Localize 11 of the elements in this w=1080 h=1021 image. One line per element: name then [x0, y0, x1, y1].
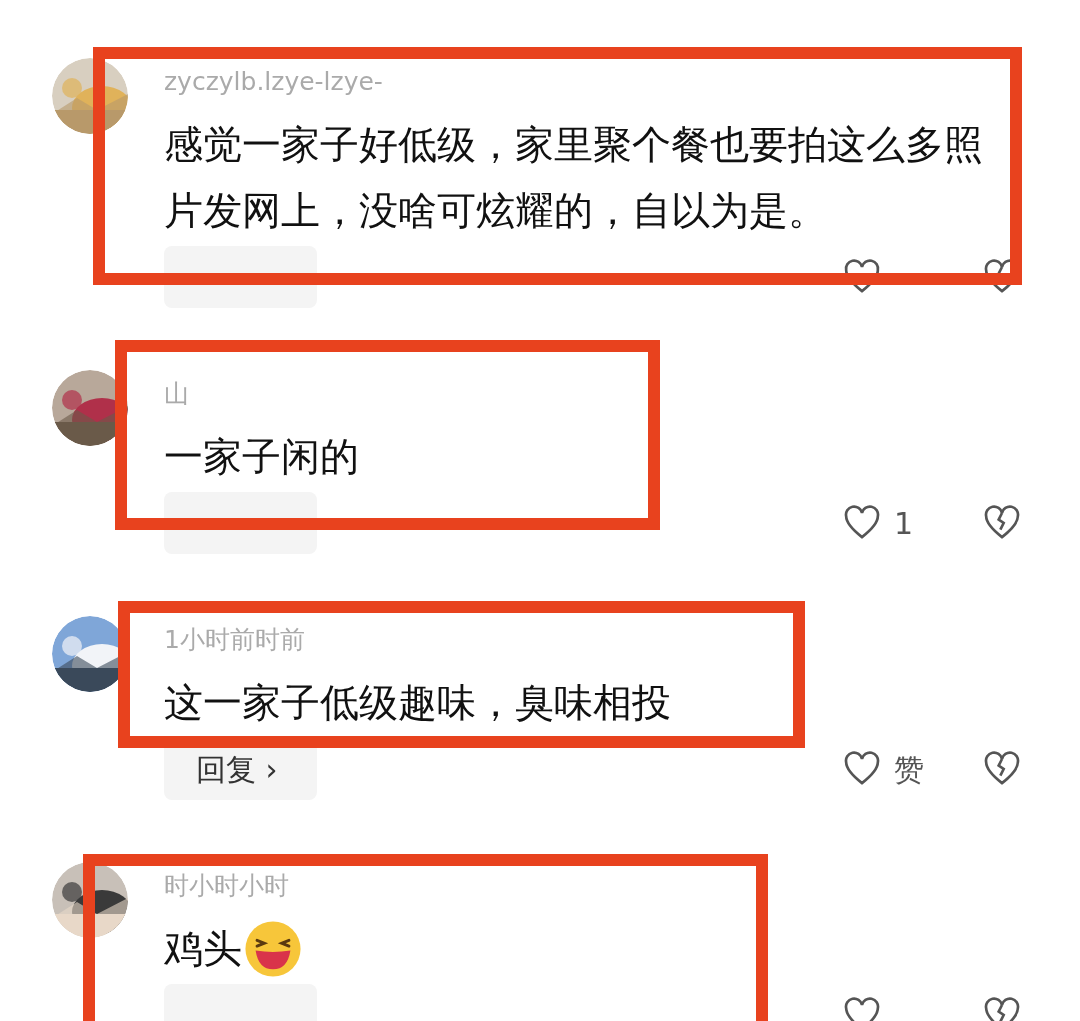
comment-text: 这一家子低级趣味，臭味相投: [164, 679, 671, 727]
comment-text: 感觉一家子好低级，家里聚个餐也要拍这么多照片发网上，没啥可炫耀的，自以为是。: [164, 121, 984, 235]
laughing-emoji-icon: [244, 920, 302, 978]
comment-meta: 1小时前时前: [164, 624, 306, 656]
comment-meta: zyczylb.lzye-lzye-: [164, 66, 384, 98]
comment-text: 一家子闲的: [164, 433, 359, 481]
like-count: 1: [894, 504, 914, 543]
comment-meta: 时小时小时: [164, 870, 290, 902]
comment-meta: 山: [164, 378, 190, 410]
comment-text: 鸡头: [164, 925, 242, 973]
like-count: 赞: [894, 750, 924, 789]
